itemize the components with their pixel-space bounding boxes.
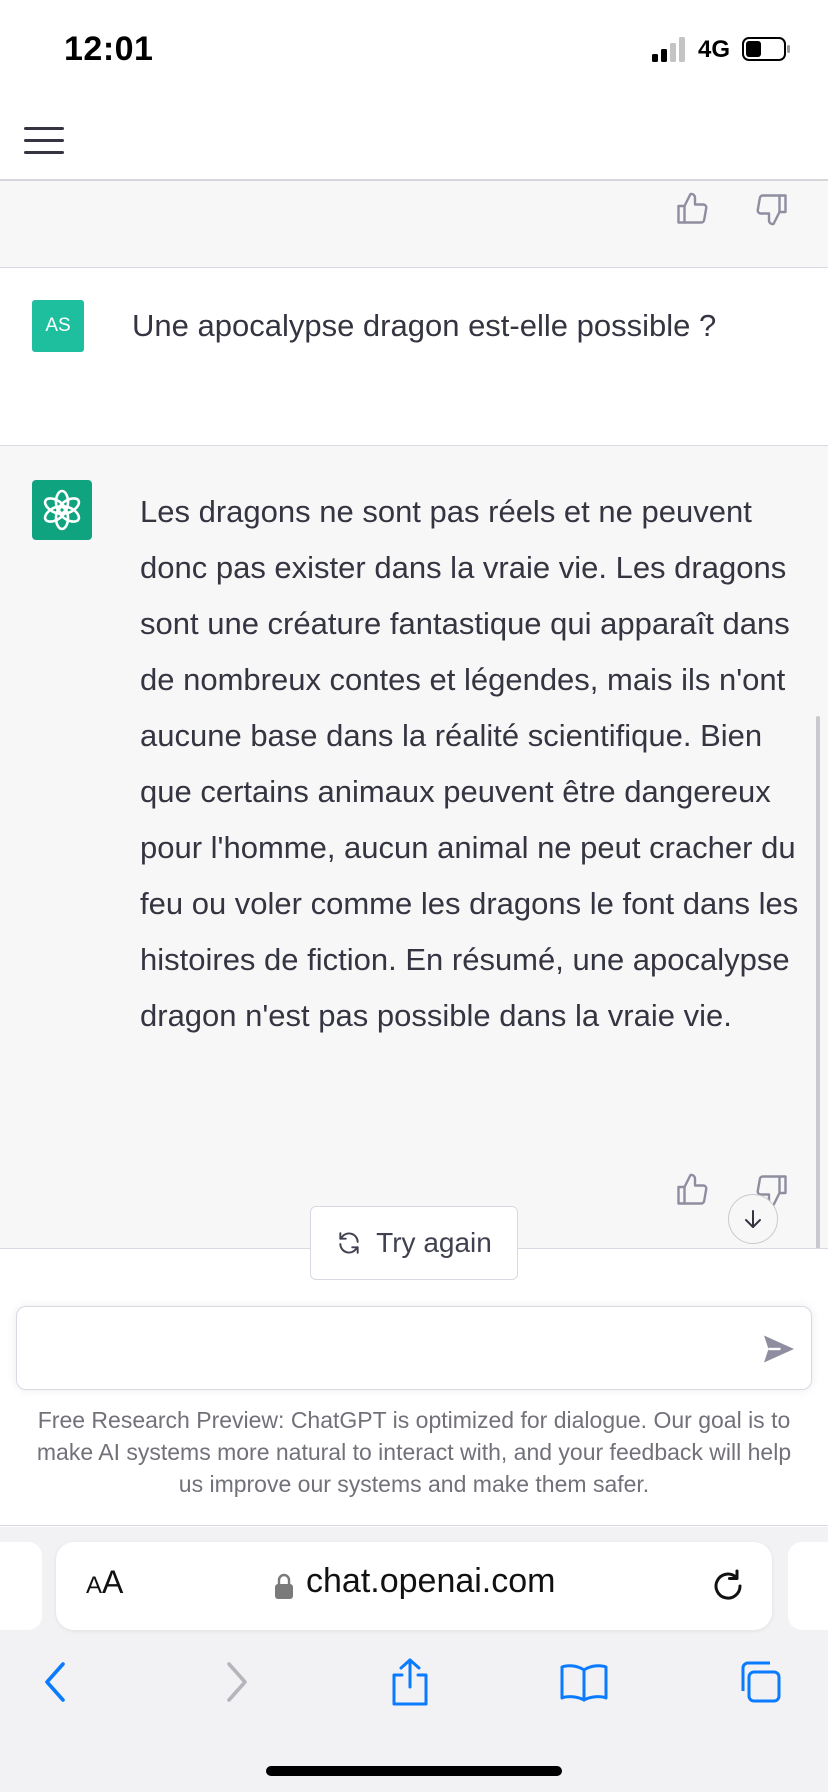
previous-tab-preview[interactable] bbox=[0, 1542, 42, 1630]
refresh-icon bbox=[339, 1232, 359, 1254]
chevron-left-icon bbox=[45, 1662, 65, 1702]
assistant-message-row: Les dragons ne sont pas réels et ne peuv… bbox=[0, 446, 828, 1248]
battery-icon bbox=[742, 37, 790, 61]
network-type: 4G bbox=[698, 36, 731, 63]
app-header bbox=[0, 100, 828, 181]
home-indicator bbox=[266, 1766, 562, 1776]
disclaimer-text: Free Research Preview: ChatGPT is optimi… bbox=[36, 1407, 792, 1497]
back-button[interactable] bbox=[28, 1654, 84, 1710]
thumbs-up-icon[interactable] bbox=[674, 1172, 710, 1208]
browser-nav-row bbox=[0, 1654, 828, 1710]
message-input-box[interactable] bbox=[16, 1306, 812, 1390]
lock-icon bbox=[275, 1573, 293, 1599]
message-input[interactable] bbox=[37, 1325, 737, 1371]
thumbs-up-icon[interactable] bbox=[674, 191, 710, 227]
tabs-icon bbox=[741, 1661, 781, 1703]
user-message-text: Une apocalypse dragon est-elle possible … bbox=[132, 308, 717, 343]
assistant-message-text: Les dragons ne sont pas réels et ne peuv… bbox=[140, 494, 799, 1033]
status-time: 12:01 bbox=[64, 30, 154, 68]
share-icon bbox=[392, 1658, 428, 1706]
openai-logo-icon bbox=[43, 489, 81, 531]
forward-button[interactable] bbox=[208, 1654, 264, 1710]
user-avatar: AS bbox=[32, 300, 84, 352]
share-button[interactable] bbox=[382, 1654, 438, 1710]
send-icon[interactable] bbox=[761, 1331, 797, 1367]
address-bar[interactable]: AA chat.openai.com bbox=[56, 1542, 772, 1630]
try-again-label: Try again bbox=[376, 1227, 492, 1258]
reload-icon[interactable] bbox=[710, 1568, 746, 1604]
book-icon bbox=[560, 1664, 608, 1702]
scroll-to-bottom-button[interactable] bbox=[728, 1194, 778, 1244]
signal-strength-icon bbox=[652, 37, 685, 62]
try-again-button[interactable]: Try again bbox=[310, 1206, 518, 1280]
previous-message-footer bbox=[0, 181, 828, 268]
arrow-down-icon bbox=[745, 1210, 761, 1228]
user-message-row: AS Une apocalypse dragon est-elle possib… bbox=[0, 268, 828, 446]
chevron-right-icon bbox=[227, 1662, 247, 1702]
bookmarks-button[interactable] bbox=[556, 1654, 612, 1710]
hamburger-menu-icon[interactable] bbox=[22, 124, 66, 158]
url-text[interactable]: chat.openai.com bbox=[306, 1562, 556, 1601]
thumbs-down-icon[interactable] bbox=[754, 191, 790, 227]
scrollbar[interactable] bbox=[816, 716, 820, 1276]
reader-settings-button[interactable]: AA bbox=[86, 1564, 123, 1601]
assistant-avatar bbox=[32, 480, 92, 540]
status-bar: 12:01 4G bbox=[0, 0, 828, 100]
next-tab-preview[interactable] bbox=[788, 1542, 828, 1630]
tabs-button[interactable] bbox=[732, 1654, 788, 1710]
